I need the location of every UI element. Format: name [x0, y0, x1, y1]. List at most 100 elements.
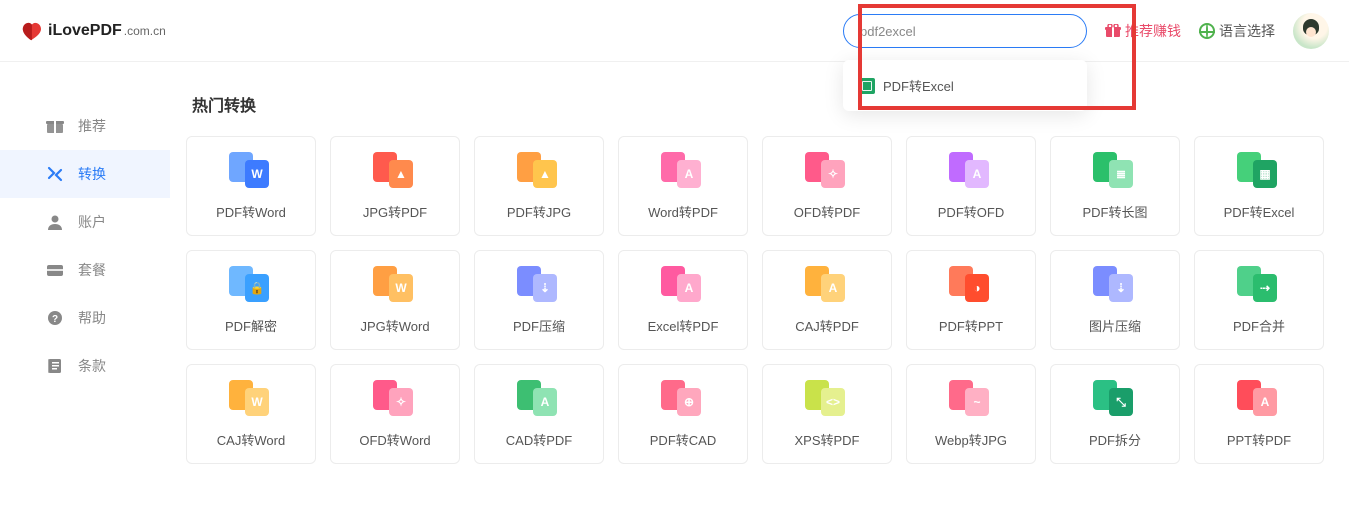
tool-card[interactable]: A Word转PDF [618, 136, 748, 236]
avatar[interactable] [1293, 13, 1329, 49]
sidebar-item-label: 推荐 [78, 116, 106, 136]
suggestion-item[interactable]: PDF转Excel [843, 64, 1087, 107]
tool-card[interactable]: A Excel转PDF [618, 250, 748, 350]
sidebar-item-1[interactable]: 转换 [0, 150, 170, 198]
tool-label: JPG转Word [360, 316, 429, 335]
sidebar-item-4[interactable]: ? 帮助 [0, 294, 170, 342]
nav-icon [46, 166, 64, 182]
gift-icon [1105, 24, 1121, 38]
nav-icon [46, 262, 64, 278]
globe-icon [1199, 23, 1215, 39]
sidebar: 推荐转换账户套餐? 帮助条款 [0, 62, 170, 507]
tool-icon: ◑ [949, 266, 993, 302]
tool-label: OFD转Word [359, 430, 430, 449]
tool-icon: ⇣ [1093, 266, 1137, 302]
sidebar-item-5[interactable]: 条款 [0, 342, 170, 390]
tool-label: PDF转PPT [939, 316, 1003, 335]
tool-label: XPS转PDF [794, 430, 859, 449]
tool-icon: A [805, 266, 849, 302]
tool-card[interactable]: A PPT转PDF [1194, 364, 1324, 464]
tool-label: PDF转Word [216, 202, 286, 221]
tool-label: Excel转PDF [648, 316, 719, 335]
tool-label: PPT转PDF [1227, 430, 1291, 449]
tool-label: 图片压缩 [1089, 316, 1141, 335]
tool-card[interactable]: APDF转OFD [906, 136, 1036, 236]
tool-card[interactable]: ▲ PDF转JPG [474, 136, 604, 236]
tool-card[interactable]: 🔒 PDF解密 [186, 250, 316, 350]
search-box[interactable] [843, 14, 1087, 48]
logo[interactable]: iLovePDF.com.cn [20, 21, 166, 41]
tool-card[interactable]: ⊕PDF转CAD [618, 364, 748, 464]
tool-icon: ✧ [805, 152, 849, 188]
tool-icon: A [661, 266, 705, 302]
tool-card[interactable]: <> XPS转PDF [762, 364, 892, 464]
search-zone: PDF转Excel [843, 14, 1087, 48]
tool-icon: 🔒 [229, 266, 273, 302]
tool-card[interactable]: W PDF转Word [186, 136, 316, 236]
suggestion-label: PDF转Excel [883, 76, 954, 95]
tool-card[interactable]: ⤡PDF拆分 [1050, 364, 1180, 464]
tool-icon: ▲ [517, 152, 561, 188]
nav-icon: ? [46, 310, 64, 326]
tool-label: JPG转PDF [363, 202, 427, 221]
tool-card[interactable]: ACAD转PDF [474, 364, 604, 464]
tool-card[interactable]: ✧ OFD转PDF [762, 136, 892, 236]
tool-icon: A [1237, 380, 1281, 416]
tool-grid: W PDF转Word ▲ JPG转PDF ▲ PDF转JPG A Word转PDF ✧ OFD转P… [186, 136, 1349, 464]
tool-label: PDF压缩 [513, 316, 565, 335]
tool-label: PDF解密 [225, 316, 277, 335]
sidebar-item-label: 条款 [78, 356, 106, 376]
tool-card[interactable]: ⇣PDF压缩 [474, 250, 604, 350]
tool-card[interactable]: ✧OFD转Word [330, 364, 460, 464]
tool-icon: ▲ [373, 152, 417, 188]
tool-card[interactable]: A CAJ转PDF [762, 250, 892, 350]
sidebar-item-label: 套餐 [78, 260, 106, 280]
tool-label: OFD转PDF [794, 202, 860, 221]
tool-card[interactable]: ≣ PDF转长图 [1050, 136, 1180, 236]
language-label: 语言选择 [1219, 21, 1275, 41]
section-title: 热门转换 [192, 92, 1349, 116]
tool-card[interactable]: W CAJ转Word [186, 364, 316, 464]
tool-icon: W [373, 266, 417, 302]
tool-icon: W [229, 152, 273, 188]
sidebar-item-0[interactable]: 推荐 [0, 102, 170, 150]
tool-card[interactable]: ~Webp转JPG [906, 364, 1036, 464]
tool-icon: ~ [949, 380, 993, 416]
sidebar-item-2[interactable]: 账户 [0, 198, 170, 246]
tool-card[interactable]: ⇣ 图片压缩 [1050, 250, 1180, 350]
search-input[interactable] [860, 24, 1070, 39]
tool-label: PDF转长图 [1082, 202, 1147, 221]
search-suggestions: PDF转Excel [843, 60, 1087, 111]
tool-label: PDF转JPG [507, 202, 571, 221]
sidebar-item-label: 转换 [78, 164, 106, 184]
tool-card[interactable]: ◑ PDF转PPT [906, 250, 1036, 350]
main-content: 热门转换 W PDF转Word ▲ JPG转PDF ▲ PDF转JPG A Word转PDF ✧… [170, 62, 1349, 507]
tool-label: CAJ转Word [217, 430, 285, 449]
language-link[interactable]: 语言选择 [1199, 21, 1275, 41]
tool-card[interactable]: ▲ JPG转PDF [330, 136, 460, 236]
tool-label: CAD转PDF [506, 430, 572, 449]
svg-text:?: ? [52, 314, 58, 325]
tool-icon: W [229, 380, 273, 416]
nav-icon [46, 118, 64, 134]
tool-card[interactable]: W JPG转Word [330, 250, 460, 350]
tool-label: Word转PDF [648, 202, 718, 221]
tool-icon: ⇢ [1237, 266, 1281, 302]
tool-label: CAJ转PDF [795, 316, 859, 335]
tool-card[interactable]: ⇢ PDF合并 [1194, 250, 1324, 350]
tool-icon: A [661, 152, 705, 188]
sidebar-item-label: 账户 [78, 212, 106, 232]
sidebar-item-3[interactable]: 套餐 [0, 246, 170, 294]
excel-icon [859, 78, 875, 94]
nav-icon [46, 214, 64, 230]
tool-icon: A [949, 152, 993, 188]
tool-card[interactable]: ▦PDF转Excel [1194, 136, 1324, 236]
brand-text: iLovePDF.com.cn [48, 22, 166, 40]
sidebar-item-label: 帮助 [78, 308, 106, 328]
tool-icon: <> [805, 380, 849, 416]
promo-link[interactable]: 推荐赚钱 [1105, 21, 1181, 41]
tool-icon: ⊕ [661, 380, 705, 416]
tool-icon: ≣ [1093, 152, 1137, 188]
tool-label: PDF合并 [1233, 316, 1285, 335]
tool-icon: ▦ [1237, 152, 1281, 188]
